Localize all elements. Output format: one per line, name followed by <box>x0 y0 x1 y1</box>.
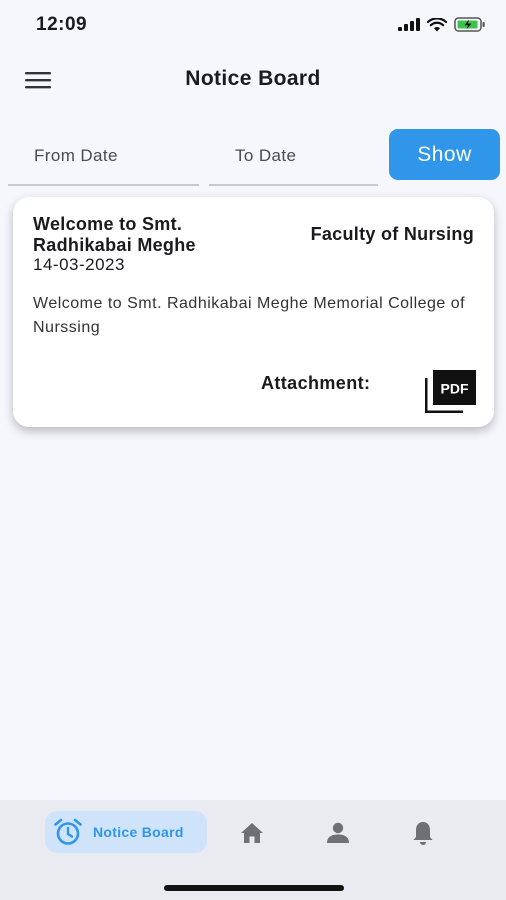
status-icons <box>398 17 486 32</box>
to-date-placeholder: To Date <box>235 146 297 165</box>
app-bar: Notice Board <box>0 56 506 104</box>
person-icon[interactable] <box>324 819 352 847</box>
home-icon[interactable] <box>238 819 266 847</box>
notice-body: Welcome to Smt. Radhikabai Meghe Memoria… <box>33 295 466 336</box>
battery-charging-icon <box>454 17 485 32</box>
attachment-label: Attachment: <box>261 373 371 393</box>
from-date-field[interactable]: From Date <box>8 130 199 186</box>
show-button[interactable]: Show <box>389 129 500 180</box>
status-time: 12:09 <box>36 14 88 35</box>
notice-card[interactable]: Welcome to Smt. Radhikabai Meghe 14-03-2… <box>13 197 494 427</box>
to-date-field[interactable]: To Date <box>209 130 378 186</box>
notice-date: 14-03-2023 <box>33 255 125 274</box>
pdf-icon-text: PDF <box>441 381 469 397</box>
from-date-placeholder: From Date <box>34 146 118 165</box>
notice-title: Welcome to Smt. Radhikabai Meghe <box>33 214 196 255</box>
nav-notice-board-label: Notice Board <box>93 824 184 840</box>
home-indicator <box>164 885 344 891</box>
status-bar: 12:09 <box>0 0 506 50</box>
nav-item-notice-board[interactable]: Notice Board <box>45 811 207 853</box>
bell-icon[interactable] <box>409 819 437 847</box>
wifi-icon <box>427 17 447 31</box>
notice-department: Faculty of Nursing <box>310 224 474 244</box>
page-title: Notice Board <box>185 67 321 90</box>
signal-icon <box>398 18 420 31</box>
alarm-clock-icon <box>54 818 82 845</box>
pdf-icon[interactable]: PDF <box>425 369 477 413</box>
